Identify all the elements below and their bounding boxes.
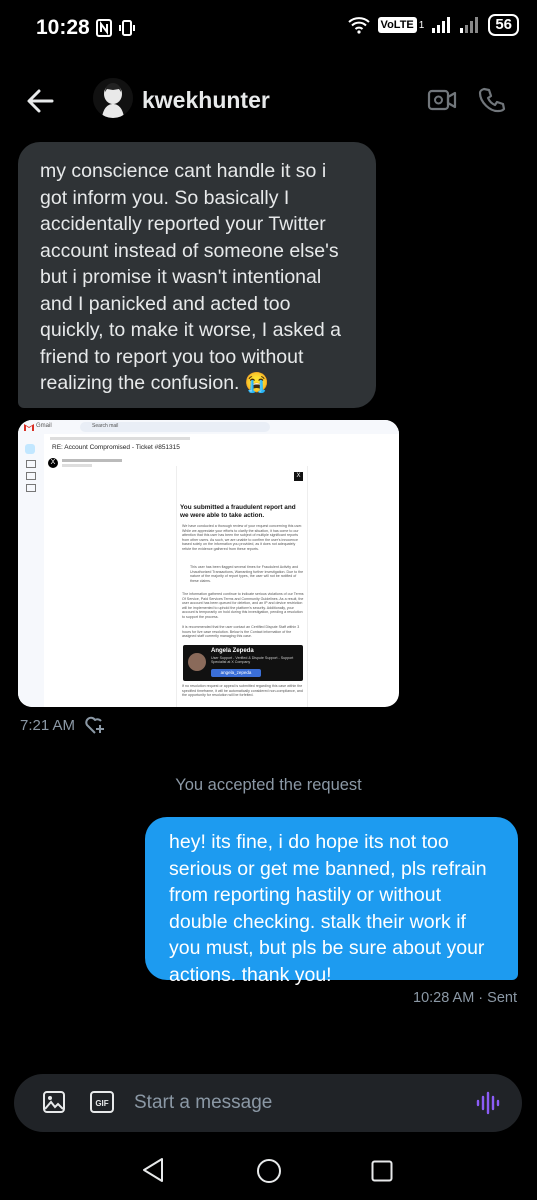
status-left-icons [96, 19, 136, 37]
incoming-timestamp: 7:21 AM [20, 717, 76, 734]
gif-icon[interactable]: GIF [90, 1091, 114, 1113]
email-paragraph-2: The information gathered continue to ind… [182, 592, 304, 619]
email-screenshot-image[interactable]: Gmail Search mail RE: Account Compromise… [18, 420, 399, 707]
voice-message-icon[interactable] [476, 1090, 500, 1116]
message-input[interactable] [134, 1089, 434, 1117]
svg-text:GIF: GIF [95, 1099, 108, 1108]
image-icon[interactable] [42, 1090, 66, 1114]
nav-recents-icon[interactable] [371, 1160, 393, 1182]
back-arrow-icon[interactable] [26, 88, 54, 114]
gmail-app-name: Gmail [36, 423, 52, 429]
x-sender-avatar: X [48, 458, 58, 468]
add-reaction-icon[interactable] [84, 715, 106, 735]
system-notice: You accepted the request [175, 776, 362, 794]
x-logo-icon: X [294, 472, 303, 481]
outgoing-message-bubble[interactable]: hey! its fine, i do hope its not too ser… [145, 817, 518, 986]
staff-avatar [188, 653, 206, 671]
nav-home-icon[interactable] [256, 1158, 282, 1184]
status-right: VoLTE 1 56 [347, 14, 519, 36]
nav-back-icon[interactable] [141, 1157, 165, 1183]
incoming-message-text: my conscience cant handle it so i got in… [40, 160, 341, 394]
staff-role: User Support - Verified & Dispute Suppor… [211, 656, 294, 665]
email-paragraph-1: We have conducted a thorough review of y… [182, 524, 303, 551]
wifi-icon [347, 17, 370, 34]
outgoing-message-text: hey! its fine, i do hope its not too ser… [169, 831, 487, 986]
staff-handle-button: angela_zepeda [211, 669, 261, 677]
email-paragraph-3: It is recommended that the user contact … [182, 625, 300, 639]
conversation-username[interactable]: kwekhunter [142, 87, 270, 114]
email-warning: If no resolution request or appeal is su… [182, 684, 303, 698]
signal-icon-1 [432, 17, 451, 33]
status-time: 10:28 [36, 16, 90, 39]
avatar-silhouette-icon [93, 78, 133, 118]
email-subject: RE: Account Compromised - Ticket #851315 [52, 444, 180, 451]
signal-icon-2 [460, 17, 479, 33]
volte-badge: VoLTE [377, 17, 417, 33]
email-heading: You submitted a fraudulent report and we… [180, 504, 296, 519]
sim-number: 1 [418, 19, 425, 31]
incoming-message-bubble[interactable]: my conscience cant handle it so i got in… [18, 142, 376, 408]
nfc-icon [96, 19, 112, 37]
avatar[interactable] [93, 78, 133, 118]
gmail-search-placeholder: Search mail [92, 423, 119, 429]
gmail-logo-icon [24, 424, 34, 431]
video-call-icon[interactable] [427, 88, 457, 112]
email-bullet: This user has been flagged several times… [190, 565, 304, 583]
outgoing-timestamp: 10:28 AM · Sent [413, 990, 517, 1006]
phone-call-icon[interactable] [478, 86, 506, 114]
staff-name: Angela Zepeda [211, 648, 254, 654]
vibrate-icon [119, 20, 135, 36]
battery-indicator: 56 [488, 14, 519, 36]
